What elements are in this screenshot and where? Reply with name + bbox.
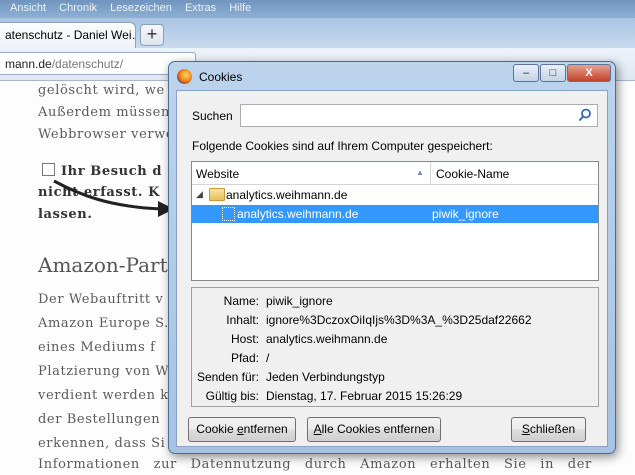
page-text-line: gelöscht wird, we <box>38 83 165 98</box>
detail-label: Senden für: <box>196 370 259 384</box>
detail-value: ignore%3DczoxOiIqIjs%3D%3A_%3D25daf22662 <box>266 313 532 327</box>
page-text-line: Informationen zur Datennutzung durch Ama… <box>38 457 592 472</box>
btn-accel: e <box>236 422 244 436</box>
page-text-line: verdient werden kö <box>38 388 178 403</box>
btn-text: ntfernen <box>243 422 288 436</box>
collapse-triangle-icon[interactable]: ◢ <box>196 189 203 200</box>
menu-lesezeichen[interactable]: Lesezeichen <box>110 2 172 14</box>
tree-row-selected[interactable]: analytics.weihmann.de piwik_ignore <box>192 205 598 223</box>
new-tab-button[interactable]: + <box>140 24 164 46</box>
column-website[interactable]: Website <box>196 167 239 181</box>
page-text-line: erkennen, dass Si <box>38 436 166 451</box>
detail-value: / <box>266 351 270 365</box>
group-site: analytics.weihmann.de <box>226 188 348 202</box>
page-text-line: Platzierung von W <box>38 364 170 379</box>
search-input[interactable] <box>240 104 598 127</box>
firefox-icon <box>177 69 192 84</box>
detail-label: Host: <box>230 332 259 346</box>
remove-all-cookies-button[interactable]: Alle Cookies entfernen <box>307 417 441 442</box>
cookie-tree[interactable]: Website ▲ Cookie-Name ◢ analytics.weihma… <box>191 161 599 281</box>
btn-text: lle Cookies entfernen <box>321 422 435 436</box>
selected-cookie-name: piwik_ignore <box>432 207 499 221</box>
focus-rect <box>222 207 235 221</box>
btn-accel: S <box>521 422 530 436</box>
page-text-line: Der Webauftritt v <box>38 292 164 307</box>
detail-value: Jeden Verbindungstyp <box>266 370 385 384</box>
page-text-line: der Bestellungen <box>38 412 161 427</box>
url-domain: mann.de <box>5 57 52 71</box>
page-text-line: Webbrowser verwe <box>38 127 175 142</box>
url-bar[interactable]: mann.de/datenschutz/ <box>0 52 196 75</box>
tree-row-group[interactable]: ◢ analytics.weihmann.de <box>192 186 598 204</box>
close-window-button[interactable]: X <box>567 64 611 82</box>
cookies-dialog: Cookies – □ X Suchen Folgende Cookies si… <box>168 61 616 454</box>
url-path: /datenschutz/ <box>51 57 124 71</box>
maximize-button[interactable]: □ <box>540 64 566 82</box>
minimize-button[interactable]: – <box>513 64 539 82</box>
tree-header: Website ▲ Cookie-Name <box>192 162 598 185</box>
cookies-info-text: Folgende Cookies sind auf Ihrem Computer… <box>192 139 493 153</box>
page-text-line: Amazon Europe S. <box>38 316 169 331</box>
column-separator[interactable] <box>430 162 431 184</box>
btn-accel: A <box>313 422 322 436</box>
btn-text: chließen <box>529 422 576 436</box>
sort-ascending-icon: ▲ <box>416 168 424 177</box>
search-label: Suchen <box>192 109 233 123</box>
detail-value: Dienstag, 17. Februar 2015 15:26:29 <box>266 389 463 403</box>
window-controls: – □ X <box>512 64 611 84</box>
browser-tab[interactable]: atenschutz - Daniel Wei… <box>0 22 136 48</box>
menu-extras[interactable]: Extras <box>185 2 216 14</box>
column-cookie-name[interactable]: Cookie-Name <box>436 167 509 181</box>
menu-chronik[interactable]: Chronik <box>59 2 97 14</box>
detail-value: analytics.weihmann.de <box>266 332 388 346</box>
selected-cookie-site: analytics.weihmann.de <box>237 207 359 221</box>
detail-label: Inhalt: <box>226 313 259 327</box>
page-text-line: eines Mediums f <box>38 340 156 355</box>
menu-ansicht[interactable]: Ansicht <box>10 2 46 14</box>
dialog-client-area: Suchen Folgende Cookies sind auf Ihrem C… <box>176 90 608 447</box>
detail-value: piwik_ignore <box>266 294 333 308</box>
detail-label: Name: <box>223 294 259 308</box>
browser-tabbar: atenschutz - Daniel Wei… + <box>0 18 635 48</box>
close-button[interactable]: Schließen <box>511 417 586 442</box>
folder-icon <box>209 188 225 201</box>
cookie-details: Name: piwik_ignore Inhalt: ignore%3Dczox… <box>191 287 599 407</box>
annotation-arrow-icon <box>53 179 174 217</box>
page-text-line: Außerdem müssen <box>38 105 170 120</box>
browser-menubar: Ansicht Chronik Lesezeichen Extras Hilfe <box>0 0 635 18</box>
menu-hilfe[interactable]: Hilfe <box>229 2 251 14</box>
section-heading: Amazon-Part <box>38 253 168 277</box>
btn-text: Cookie <box>196 422 237 436</box>
remove-cookie-button[interactable]: Cookie entfernen <box>188 417 296 442</box>
detail-label: Gültig bis: <box>205 389 259 403</box>
detail-label: Pfad: <box>230 351 259 365</box>
dialog-titlebar[interactable]: Cookies – □ X <box>169 62 615 90</box>
search-icon[interactable] <box>578 108 592 122</box>
dialog-title: Cookies <box>199 70 243 84</box>
